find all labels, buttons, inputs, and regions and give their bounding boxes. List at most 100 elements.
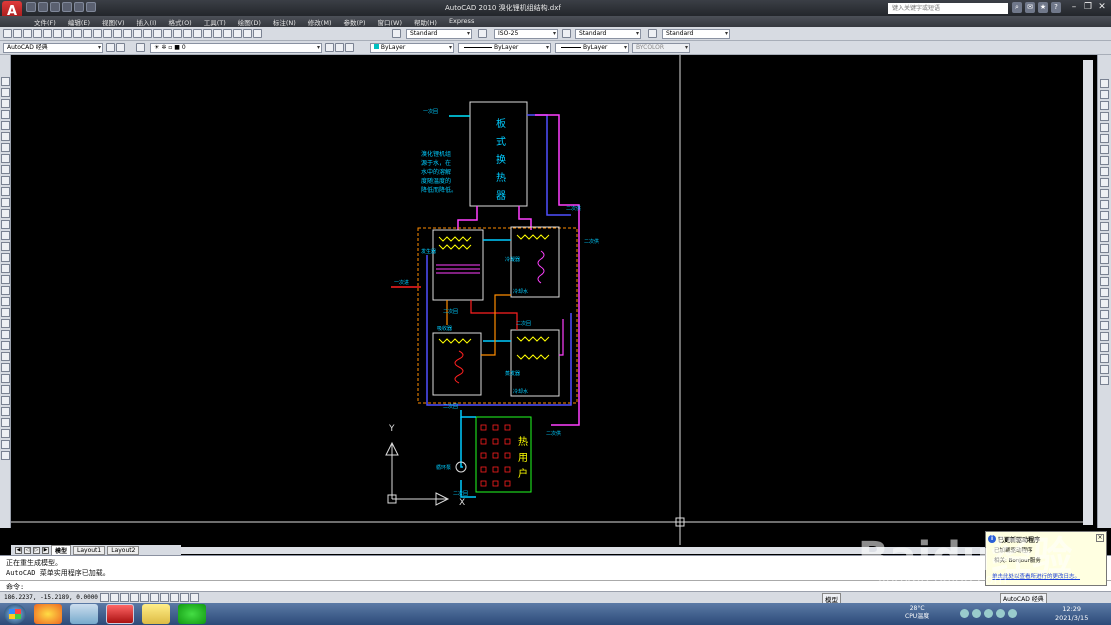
dim-style-icon[interactable] — [1100, 299, 1109, 308]
communication-icon[interactable]: ✉ — [1025, 2, 1035, 13]
rectangle-icon[interactable] — [1, 121, 10, 130]
layer-properties-icon[interactable] — [136, 43, 145, 52]
rotate-icon[interactable] — [1, 352, 10, 361]
taskbar-app-folder[interactable] — [142, 604, 170, 624]
redo-icon[interactable] — [74, 2, 84, 12]
ime-icon[interactable] — [996, 609, 1005, 618]
drawing-canvas[interactable]: 板 式 换 热 器 溴化锂机组 源于水，在 水中的溶解 度随温度的 降低而降低。… — [11, 55, 1097, 545]
close-button[interactable]: ✕ — [1096, 2, 1108, 13]
point-icon[interactable] — [1, 220, 10, 229]
redo-icon[interactable] — [143, 29, 152, 38]
zoom-window-icon[interactable] — [173, 29, 182, 38]
polygon-icon[interactable] — [1, 110, 10, 119]
mtext-icon[interactable] — [1, 275, 10, 284]
ellipse-icon[interactable] — [1, 176, 10, 185]
menu-express[interactable]: Express — [443, 17, 480, 27]
dim-text-edit-icon[interactable] — [1100, 277, 1109, 286]
sheet-set-icon[interactable] — [223, 29, 232, 38]
minimize-button[interactable]: – — [1068, 2, 1080, 13]
table-style-select[interactable]: Standard — [575, 29, 641, 39]
menu-dimension[interactable]: 标注(N) — [267, 17, 302, 27]
mleader-icon[interactable] — [1100, 310, 1109, 319]
plotstyle-select[interactable]: BYCOLOR — [632, 43, 690, 53]
zoom-realtime-icon[interactable] — [163, 29, 172, 38]
snap-icon[interactable] — [100, 593, 109, 602]
erase-icon[interactable] — [1, 286, 10, 295]
linetype-select[interactable]: ByLayer — [458, 43, 551, 53]
maximize-button[interactable]: ❐ — [1082, 2, 1094, 13]
menu-format[interactable]: 格式(O) — [163, 17, 198, 27]
vertical-scrollbar[interactable] — [1083, 60, 1093, 525]
inspection-icon[interactable] — [1100, 244, 1109, 253]
help-icon[interactable] — [253, 29, 262, 38]
plot-icon[interactable] — [86, 2, 96, 12]
align-leader-icon[interactable] — [1100, 343, 1109, 352]
help-search-input[interactable]: 键入关键字或短语 — [888, 3, 1008, 14]
table-style-icon[interactable] — [562, 29, 571, 38]
copy-object-icon[interactable] — [1, 297, 10, 306]
make-block-icon[interactable] — [1, 209, 10, 218]
chamfer-icon[interactable] — [1, 429, 10, 438]
linear-dim-icon[interactable] — [1100, 79, 1109, 88]
menu-insert[interactable]: 插入(I) — [131, 17, 163, 27]
dim-edit-icon[interactable] — [1100, 266, 1109, 275]
menu-parametric[interactable]: 参数(P) — [337, 17, 371, 27]
otrack-icon[interactable] — [150, 593, 159, 602]
join-icon[interactable] — [1, 418, 10, 427]
ortho-icon[interactable] — [120, 593, 129, 602]
spline-icon[interactable] — [1, 165, 10, 174]
star-icon[interactable]: ★ — [1038, 2, 1048, 13]
volume-icon[interactable] — [972, 609, 981, 618]
aligned-dim-icon[interactable] — [1100, 90, 1109, 99]
match-properties-icon[interactable] — [113, 29, 122, 38]
mleader-style-select[interactable]: Standard — [662, 29, 730, 39]
zoom-previous-icon[interactable] — [183, 29, 192, 38]
orbit-icon[interactable] — [1100, 376, 1109, 385]
preview-icon[interactable] — [43, 29, 52, 38]
cut-icon[interactable] — [83, 29, 92, 38]
ducs-icon[interactable] — [160, 593, 169, 602]
circle-icon[interactable] — [1, 143, 10, 152]
make-current-icon[interactable] — [325, 43, 334, 52]
layer-iso-icon[interactable] — [345, 43, 354, 52]
construction-line-icon[interactable] — [1, 88, 10, 97]
tab-first-icon[interactable]: ◀ — [15, 546, 22, 554]
open-icon[interactable] — [13, 29, 22, 38]
dim-style-icon[interactable] — [478, 29, 487, 38]
pan-icon[interactable] — [153, 29, 162, 38]
hatch-icon[interactable] — [1, 231, 10, 240]
dim-break-icon[interactable] — [1100, 211, 1109, 220]
angular-icon[interactable] — [1100, 156, 1109, 165]
menu-edit[interactable]: 编辑(E) — [62, 17, 96, 27]
grid-icon[interactable] — [110, 593, 119, 602]
layer-manager-icon[interactable] — [116, 43, 125, 52]
tolerance-icon[interactable] — [1100, 222, 1109, 231]
menu-window[interactable]: 窗口(W) — [371, 17, 408, 27]
security-icon[interactable] — [984, 609, 993, 618]
zoom-extents-icon[interactable] — [1100, 365, 1109, 374]
jogged-linear-icon[interactable] — [1100, 255, 1109, 264]
new-icon[interactable] — [3, 29, 12, 38]
menu-help[interactable]: 帮助(H) — [408, 17, 443, 27]
gradient-icon[interactable] — [1, 242, 10, 251]
diameter-icon[interactable] — [1100, 145, 1109, 154]
mleader-style-icon[interactable] — [648, 29, 657, 38]
text-style-icon[interactable] — [392, 29, 401, 38]
extend-icon[interactable] — [1, 396, 10, 405]
dim-update-icon[interactable] — [1100, 288, 1109, 297]
scale-icon[interactable] — [1, 363, 10, 372]
radius-icon[interactable] — [1100, 123, 1109, 132]
tab-layout1[interactable]: Layout1 — [73, 545, 106, 555]
workspace-settings-icon[interactable] — [106, 43, 115, 52]
color-select[interactable]: ByLayer — [370, 43, 454, 53]
taskbar-app-browser[interactable] — [34, 604, 62, 624]
dim-style-select[interactable]: ISO-25 — [494, 29, 558, 39]
continue-icon[interactable] — [1100, 189, 1109, 198]
break-icon[interactable] — [1, 407, 10, 416]
markup-icon[interactable] — [233, 29, 242, 38]
osnap-icon[interactable] — [140, 593, 149, 602]
layer-previous-icon[interactable] — [335, 43, 344, 52]
workspace-select[interactable]: AutoCAD 经典 — [3, 43, 103, 53]
menu-tools[interactable]: 工具(T) — [198, 17, 232, 27]
dyn-icon[interactable] — [170, 593, 179, 602]
